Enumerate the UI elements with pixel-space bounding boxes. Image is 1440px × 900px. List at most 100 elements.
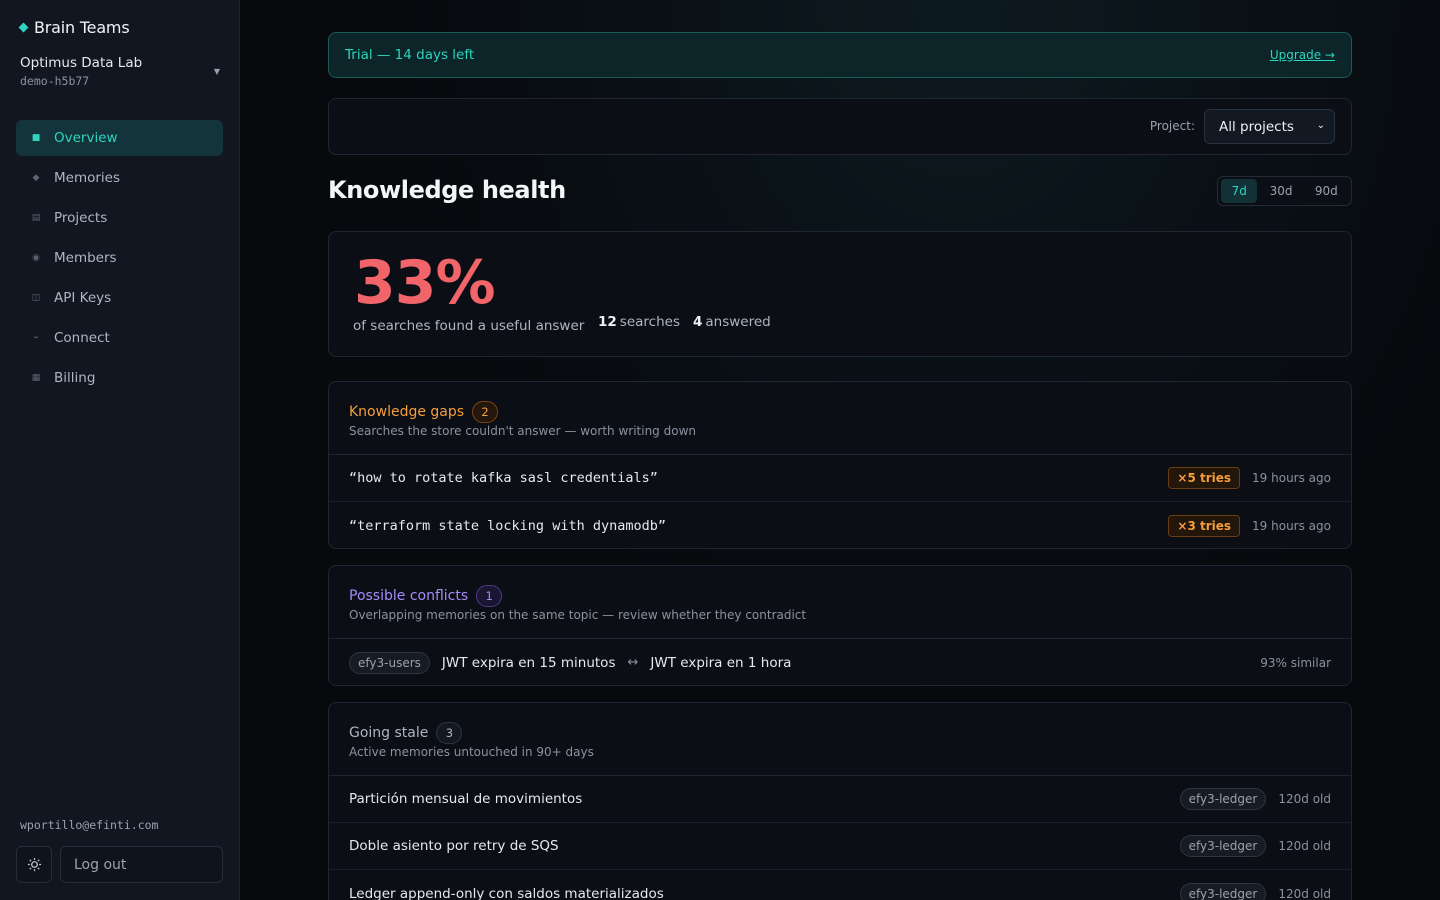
memory-title: Doble asiento por retry de SQS [349,838,559,854]
section-title: Knowledge gaps 2 [349,401,499,423]
time-range-toggle: 7d 30d 90d [1217,176,1352,206]
project-select-value: All projects [1219,118,1294,135]
section-title: Going stale 3 [349,722,463,744]
main-content: Trial — 14 days left Upgrade → Project: … [240,0,1440,900]
project-filter-label: Project: [1149,119,1195,133]
logout-button[interactable]: Log out [60,846,223,883]
filter-bar: Project: All projects ⌄ [328,98,1352,155]
upgrade-link[interactable]: Upgrade → [1270,48,1335,62]
stale-row[interactable]: Partición mensual de movimientos efy3-le… [329,776,1351,823]
brand[interactable]: Brain Teams [18,18,130,37]
tries-badge: ×5 tries [1168,467,1241,489]
sidebar-item-overview[interactable]: ■ Overview [16,120,223,156]
tries-badge: ×3 tries [1168,514,1241,537]
sidebar-item-label: Overview [54,130,118,146]
brand-logo-icon [18,22,29,33]
searches-count: 12 [598,314,617,330]
org-id: demo-h5b77 [20,74,90,88]
conflict-memory-a: JWT expira en 15 minutos [441,654,616,671]
answered-count: 4 [693,314,703,330]
theme-toggle-button[interactable] [16,846,52,883]
conflict-memory-b: JWT expira en 1 hora [650,654,792,671]
project-tag: efy3-ledger [1179,788,1267,810]
gap-query: “terraform state locking with dynamodb” [349,517,666,534]
conflict-row[interactable]: efy3-users JWT expira en 15 minutos ↔ JW… [329,639,1351,685]
memory-title: Ledger append-only con saldos materializ… [349,885,664,900]
connect-icon: ⌁ [33,333,39,343]
section-title: Possible conflicts 1 [349,585,503,607]
memory-age: 120d old [1278,792,1331,806]
project-tag: efy3-ledger [1179,835,1267,857]
page-title: Knowledge health [328,176,566,204]
timestamp: 19 hours ago [1252,471,1331,485]
gap-query: “how to rotate kafka sasl credentials” [349,470,658,486]
sun-icon [27,857,41,872]
range-90d-button[interactable]: 90d [1305,179,1348,203]
sidebar-item-label: Members [54,250,117,266]
sidebar-item-memories[interactable]: ◆ Memories [16,160,223,196]
sidebar-item-label: Billing [54,370,96,386]
count-badge: 2 [472,401,499,423]
sidebar-nav: ■ Overview ◆ Memories ▤ Projects ◉ Membe… [16,120,223,400]
projects-icon: ▤ [31,213,41,223]
section-subtitle: Searches the store couldn't answer — wor… [349,424,696,438]
sidebar-item-label: Memories [54,170,121,186]
sidebar-item-label: Connect [54,330,110,346]
range-30d-button[interactable]: 30d [1259,179,1302,203]
memory-age: 120d old [1278,886,1331,900]
stale-row[interactable]: Ledger append-only con saldos materializ… [329,870,1351,900]
answer-rate-caption: of searches found a useful answer [353,318,585,334]
memory-age: 120d old [1278,839,1331,853]
user-email: wportillo@efinti.com [20,818,159,832]
section-header: Knowledge gaps 2 Searches the store coul… [329,382,1351,455]
chevron-down-icon: ▼ [213,67,220,76]
knowledge-gaps-section: Knowledge gaps 2 Searches the store coul… [328,381,1352,549]
project-select[interactable]: All projects ⌄ [1204,109,1335,144]
possible-conflicts-section: Possible conflicts 1 Overlapping memorie… [328,565,1352,686]
chevron-down-icon: ⌄ [1316,120,1325,131]
trial-text: Trial — 14 days left [345,47,475,63]
answered-label: answered [705,314,771,330]
going-stale-title: Going stale [349,725,429,741]
knowledge-gaps-title: Knowledge gaps [349,404,465,420]
memories-icon: ◆ [32,173,40,183]
sidebar-item-billing[interactable]: ▦ Billing [16,360,223,396]
sidebar: Brain Teams Optimus Data Lab demo-h5b77 … [0,0,240,900]
sidebar-item-api-keys[interactable]: ◫ API Keys [16,280,223,316]
section-subtitle: Overlapping memories on the same topic —… [349,608,807,622]
overview-icon: ■ [31,133,41,143]
sidebar-item-label: API Keys [54,290,112,306]
searches-label: searches [619,314,680,330]
section-header: Possible conflicts 1 Overlapping memorie… [329,566,1351,639]
project-tag: efy3-ledger [1179,882,1267,900]
members-icon: ◉ [32,253,40,263]
sidebar-item-connect[interactable]: ⌁ Connect [16,320,223,356]
possible-conflicts-title: Possible conflicts [349,588,469,604]
range-7d-button[interactable]: 7d [1221,179,1258,203]
count-badge: 1 [476,585,503,607]
memory-title: Partición mensual de movimientos [349,791,583,807]
api-keys-icon: ◫ [31,293,41,303]
trial-banner: Trial — 14 days left Upgrade → [328,32,1352,78]
section-subtitle: Active memories untouched in 90+ days [349,745,594,759]
searches-stat: 12 searches [598,314,680,330]
sidebar-item-projects[interactable]: ▤ Projects [16,200,223,236]
timestamp: 19 hours ago [1252,518,1331,533]
sidebar-item-label: Projects [54,210,108,226]
answered-stat: 4 answered [693,314,771,330]
org-name: Optimus Data Lab [20,55,143,71]
section-header: Going stale 3 Active memories untouched … [329,703,1351,776]
health-summary-card: 33% of searches found a useful answer 12… [328,231,1352,357]
stale-row[interactable]: Doble asiento por retry de SQS efy3-ledg… [329,823,1351,870]
sidebar-item-members[interactable]: ◉ Members [16,240,223,276]
gap-row[interactable]: “terraform state locking with dynamodb” … [329,502,1351,548]
project-tag: efy3-users [349,651,430,674]
org-switcher[interactable]: Optimus Data Lab demo-h5b77 ▼ [20,55,224,88]
similarity-score: 93% similar [1260,655,1331,670]
conflict-arrow-icon: ↔ [627,655,639,670]
count-badge: 3 [436,722,463,744]
going-stale-section: Going stale 3 Active memories untouched … [328,702,1352,900]
answer-rate-percent: 33% [354,248,496,318]
billing-icon: ▦ [31,373,41,383]
gap-row[interactable]: “how to rotate kafka sasl credentials” ×… [329,455,1351,502]
